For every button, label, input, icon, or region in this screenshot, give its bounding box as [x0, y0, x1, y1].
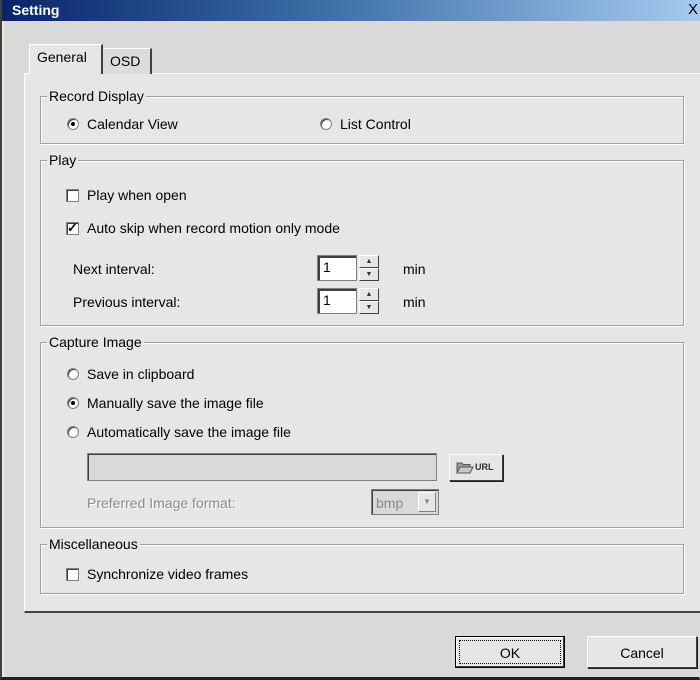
down-arrow-icon[interactable]: ▼: [359, 301, 379, 314]
up-arrow-icon[interactable]: ▲: [359, 288, 379, 301]
next-interval-unit: min: [403, 261, 426, 277]
cancel-button[interactable]: Cancel: [587, 636, 697, 668]
next-interval-input[interactable]: 1: [317, 255, 357, 281]
sync-frames-checkbox[interactable]: [66, 568, 79, 581]
image-format-value: bmp: [376, 495, 404, 511]
chevron-down-icon[interactable]: ▼: [418, 492, 436, 512]
auto-skip-checkbox[interactable]: [66, 220, 79, 236]
play-group: Play Play when open Auto skip when recor…: [40, 152, 684, 326]
up-arrow-icon[interactable]: ▲: [359, 255, 379, 268]
settings-dialog: Setting X General OSD Record Display Cal…: [0, 0, 700, 680]
tab-osd-label: OSD: [110, 53, 141, 69]
list-control-radio[interactable]: [320, 118, 332, 130]
calendar-view-radio[interactable]: [67, 118, 79, 130]
general-tab-panel: Record Display Calendar View List Contro…: [24, 73, 700, 613]
close-icon[interactable]: X: [686, 1, 700, 19]
miscellaneous-group: Miscellaneous Synchronize video frames: [40, 536, 684, 594]
ok-button[interactable]: OK: [455, 636, 565, 668]
previous-interval-input[interactable]: 1: [317, 288, 357, 314]
window-title: Setting: [12, 2, 60, 18]
save-clipboard-radio[interactable]: [67, 368, 79, 380]
previous-interval-stepper: ▲ ▼: [359, 288, 379, 314]
play-when-open-label[interactable]: Play when open: [87, 187, 187, 203]
record-display-legend: Record Display: [47, 88, 146, 104]
next-interval-stepper: ▲ ▼: [359, 255, 379, 281]
tab-general-label: General: [37, 49, 87, 65]
play-legend: Play: [47, 152, 79, 168]
sync-frames-label[interactable]: Synchronize video frames: [87, 566, 248, 582]
previous-interval-label: Previous interval:: [73, 294, 181, 310]
capture-image-group: Capture Image Save in clipboard Manually…: [40, 334, 684, 528]
previous-interval-unit: min: [403, 294, 426, 310]
image-format-select[interactable]: bmp ▼: [371, 489, 439, 515]
save-clipboard-label[interactable]: Save in clipboard: [87, 366, 194, 382]
miscellaneous-legend: Miscellaneous: [47, 536, 140, 552]
calendar-view-label[interactable]: Calendar View: [87, 116, 178, 132]
auto-save-label[interactable]: Automatically save the image file: [87, 424, 291, 440]
record-display-group: Record Display Calendar View List Contro…: [40, 88, 684, 144]
list-control-label[interactable]: List Control: [340, 116, 411, 132]
folder-icon: [456, 462, 474, 474]
manual-save-radio[interactable]: [67, 397, 79, 409]
capture-image-legend: Capture Image: [47, 334, 144, 350]
auto-save-radio[interactable]: [67, 426, 79, 438]
browse-button-label: URL: [475, 462, 494, 472]
next-interval-label: Next interval:: [73, 261, 155, 277]
play-when-open-checkbox[interactable]: [66, 189, 79, 202]
image-format-label: Preferred Image format:: [87, 495, 236, 511]
manual-save-label[interactable]: Manually save the image file: [87, 395, 264, 411]
tab-general[interactable]: General: [29, 44, 103, 74]
auto-skip-label[interactable]: Auto skip when record motion only mode: [87, 220, 340, 236]
title-bar[interactable]: Setting X: [2, 0, 700, 21]
down-arrow-icon[interactable]: ▼: [359, 268, 379, 281]
tab-osd[interactable]: OSD: [102, 48, 152, 74]
save-path-field[interactable]: [87, 453, 437, 481]
browse-button[interactable]: URL: [449, 454, 503, 481]
